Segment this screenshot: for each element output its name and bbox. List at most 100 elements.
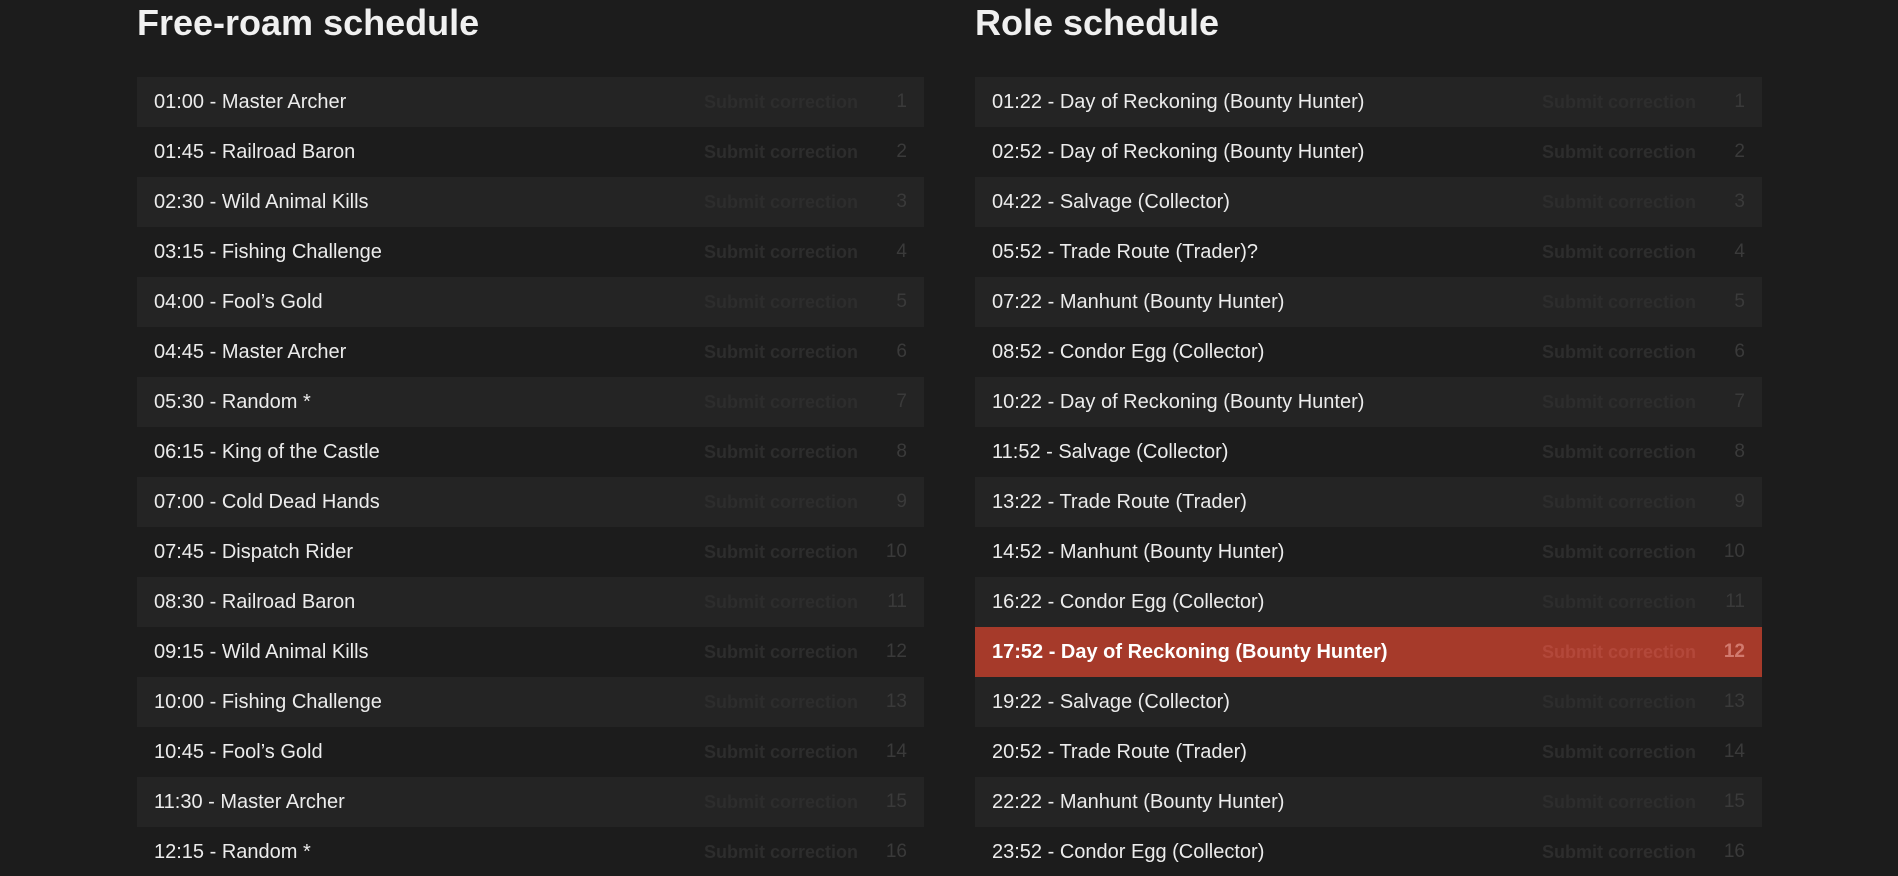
free-roam-schedule-title: Free-roam schedule [137, 2, 480, 43]
row-number: 10 [885, 541, 907, 562]
submit-correction-link[interactable]: Submit correction [704, 142, 858, 163]
submit-correction-link[interactable]: Submit correction [704, 342, 858, 363]
schedule-row: 10:45 - Fool’s Gold Submit correction 14 [137, 727, 924, 777]
schedule-row: 14:52 - Manhunt (Bounty Hunter) Submit co… [975, 527, 1762, 577]
submit-correction-link[interactable]: Submit correction [1542, 142, 1696, 163]
schedule-row: 04:00 - Fool’s Gold Submit correction 5 [137, 277, 924, 327]
submit-correction-link[interactable]: Submit correction [1542, 592, 1696, 613]
role-schedule-list: 01:22 - Day of Reckoning (Bounty Hunter)… [975, 77, 1762, 876]
schedule-row: 10:00 - Fishing Challenge Submit correcti… [137, 677, 924, 727]
row-number: 6 [1734, 341, 1745, 362]
row-number: 2 [1734, 141, 1745, 162]
schedule-row: 07:45 - Dispatch Rider Submit correction 1… [137, 527, 924, 577]
submit-correction-link[interactable]: Submit correction [1542, 292, 1696, 313]
submit-correction-link[interactable]: Submit correction [704, 242, 858, 263]
submit-correction-link[interactable]: Submit correction [704, 542, 858, 563]
schedule-row: 06:15 - King of the Castle Submit correct… [137, 427, 924, 477]
submit-correction-link[interactable]: Submit correction [704, 492, 858, 513]
schedule-row: 02:52 - Day of Reckoning (Bounty Hunter)… [975, 127, 1762, 177]
row-number: 8 [1734, 441, 1745, 462]
submit-correction-link[interactable]: Submit correction [704, 592, 858, 613]
submit-correction-link[interactable]: Submit correction [1542, 792, 1696, 813]
row-number: 5 [1734, 291, 1745, 312]
row-number: 11 [1725, 591, 1745, 612]
submit-correction-link[interactable]: Submit correction [704, 842, 858, 863]
row-number: 11 [887, 591, 907, 612]
schedule-row: 01:22 - Day of Reckoning (Bounty Hunter)… [975, 77, 1762, 127]
free-roam-schedule-list: 01:00 - Master Archer Submit correction 1 0… [137, 77, 924, 876]
submit-correction-link[interactable]: Submit correction [704, 742, 858, 763]
submit-correction-link[interactable]: Submit correction [1542, 92, 1696, 113]
row-number: 15 [885, 791, 907, 812]
submit-correction-link[interactable]: Submit correction [704, 442, 858, 463]
schedule-row-current: 17:52 - Day of Reckoning (Bounty Hunter)… [975, 627, 1762, 677]
row-number: 1 [896, 91, 907, 112]
schedule-row: 05:52 - Trade Route (Trader)? Submit corr… [975, 227, 1762, 277]
row-number: 3 [896, 191, 907, 212]
schedule-row: 08:52 - Condor Egg (Collector) Submit cor… [975, 327, 1762, 377]
submit-correction-link[interactable]: Submit correction [1542, 392, 1696, 413]
free-roam-schedule-section: Free-roam schedule 01:00 - Master Archer… [137, 0, 924, 876]
row-number: 4 [896, 241, 907, 262]
row-number: 3 [1734, 191, 1745, 212]
row-number: 14 [1723, 741, 1745, 762]
submit-correction-link[interactable]: Submit correction [704, 642, 858, 663]
row-number: 14 [885, 741, 907, 762]
schedule-row: 04:45 - Master Archer Submit correction 6 [137, 327, 924, 377]
row-number: 12 [1723, 641, 1745, 662]
row-number: 16 [885, 841, 907, 862]
submit-correction-link[interactable]: Submit correction [1542, 692, 1696, 713]
schedule-row: 23:52 - Condor Egg (Collector) Submit cor… [975, 827, 1762, 876]
schedule-row: 01:45 - Railroad Baron Submit correction 2 [137, 127, 924, 177]
schedule-row: 03:15 - Fishing Challenge Submit correcti… [137, 227, 924, 277]
submit-correction-link[interactable]: Submit correction [704, 792, 858, 813]
schedule-row: 11:52 - Salvage (Collector) Submit correc… [975, 427, 1762, 477]
submit-correction-link[interactable]: Submit correction [1542, 842, 1696, 863]
submit-correction-link[interactable]: Submit correction [704, 92, 858, 113]
row-number: 9 [1734, 491, 1745, 512]
submit-correction-link[interactable]: Submit correction [704, 192, 858, 213]
submit-correction-link[interactable]: Submit correction [1542, 492, 1696, 513]
row-number: 16 [1723, 841, 1745, 862]
row-number: 10 [1723, 541, 1745, 562]
row-number: 5 [896, 291, 907, 312]
role-schedule-title: Role schedule [975, 2, 1220, 43]
submit-correction-link[interactable]: Submit correction [704, 392, 858, 413]
schedule-row: 10:22 - Day of Reckoning (Bounty Hunter)… [975, 377, 1762, 427]
row-number: 7 [1734, 391, 1745, 412]
row-number: 7 [896, 391, 907, 412]
submit-correction-link[interactable]: Submit correction [1542, 192, 1696, 213]
row-number: 6 [896, 341, 907, 362]
submit-correction-link[interactable]: Submit correction [1542, 642, 1696, 663]
submit-correction-link[interactable]: Submit correction [1542, 242, 1696, 263]
schedule-row: 07:22 - Manhunt (Bounty Hunter) Submit co… [975, 277, 1762, 327]
schedule-row: 05:30 - Random * Submit correction 7 [137, 377, 924, 427]
submit-correction-link[interactable]: Submit correction [704, 692, 858, 713]
row-number: 8 [896, 441, 907, 462]
schedule-row: 09:15 - Wild Animal Kills Submit correcti… [137, 627, 924, 677]
schedule-row: 19:22 - Salvage (Collector) Submit correc… [975, 677, 1762, 727]
submit-correction-link[interactable]: Submit correction [1542, 342, 1696, 363]
schedule-row: 12:15 - Random * Submit correction 16 [137, 827, 924, 876]
submit-correction-link[interactable]: Submit correction [704, 292, 858, 313]
submit-correction-link[interactable]: Submit correction [1542, 542, 1696, 563]
row-number: 13 [885, 691, 907, 712]
schedule-row: 13:22 - Trade Route (Trader) Submit corre… [975, 477, 1762, 527]
schedule-row: 02:30 - Wild Animal Kills Submit correcti… [137, 177, 924, 227]
schedule-row: 01:00 - Master Archer Submit correction 1 [137, 77, 924, 127]
role-schedule-section: Role schedule 01:22 - Day of Reckoning (… [975, 0, 1762, 876]
row-number: 12 [885, 641, 907, 662]
schedule-row: 08:30 - Railroad Baron Submit correction 1… [137, 577, 924, 627]
row-number: 2 [896, 141, 907, 162]
row-number: 9 [896, 491, 907, 512]
submit-correction-link[interactable]: Submit correction [1542, 742, 1696, 763]
submit-correction-link[interactable]: Submit correction [1542, 442, 1696, 463]
schedule-row: 22:22 - Manhunt (Bounty Hunter) Submit co… [975, 777, 1762, 827]
schedule-row: 07:00 - Cold Dead Hands Submit correction… [137, 477, 924, 527]
row-number: 1 [1734, 91, 1745, 112]
schedule-row: 20:52 - Trade Route (Trader) Submit corre… [975, 727, 1762, 777]
row-number: 13 [1723, 691, 1745, 712]
schedule-row: 11:30 - Master Archer Submit correction 15 [137, 777, 924, 827]
schedule-row: 16:22 - Condor Egg (Collector) Submit cor… [975, 577, 1762, 627]
row-number: 4 [1734, 241, 1745, 262]
